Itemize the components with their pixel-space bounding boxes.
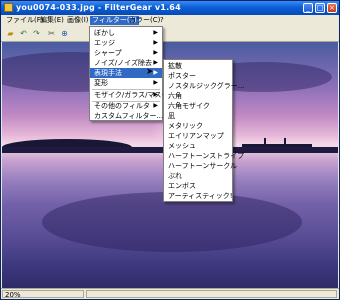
submenu-item[interactable]: ポスター: [164, 71, 232, 81]
filter-menu-item-label: ノイズ/ノイズ除去: [94, 59, 152, 67]
close-button[interactable]: ×: [327, 3, 337, 13]
submenu-arrow-icon: ▶: [153, 59, 158, 66]
undo-icon[interactable]: ↶: [18, 28, 29, 39]
submenu-item[interactable]: アーティスティック!: [164, 191, 233, 201]
menu-edit[interactable]: 編集(E): [38, 16, 66, 25]
submenu-item[interactable]: 凪: [164, 111, 232, 121]
filter-menu-item-sharpen[interactable]: シャープ ▶: [90, 48, 162, 58]
filter-menu-item-label: ぼかし: [94, 29, 115, 37]
open-folder-icon[interactable]: ▰: [5, 28, 16, 39]
app-window: you0074-033.jpg - FilterGear v1.64 _ □ ×…: [0, 0, 340, 300]
expression-submenu: 拡散 ポスター ノスタルジックグラー... 六角 六角モザイク 凪 メタリック …: [163, 59, 244, 202]
menu-bar: ファイル(F) 編集(E) 画像(I) フィルター(T) カラー(C) ?: [1, 15, 339, 26]
submenu-item[interactable]: メッシュ: [164, 141, 232, 151]
filter-menu-item-transform[interactable]: 変形 ▶: [90, 78, 162, 88]
submenu-item[interactable]: 六角: [164, 91, 232, 101]
app-icon: [4, 3, 13, 12]
submenu-arrow-icon: ▶: [153, 91, 158, 98]
filter-menu-item-label: カスタムフィルター...: [94, 112, 164, 120]
submenu-arrow-icon: ▶: [153, 39, 158, 46]
submenu-item[interactable]: ハーフトーンストライプ: [164, 151, 244, 161]
filter-menu-item-mosaic[interactable]: モザイク/ガラス/マスク ▶: [90, 90, 168, 100]
submenu-item[interactable]: 拡散: [164, 61, 232, 71]
filter-menu-item-other[interactable]: その他のフィルタ ▶: [90, 101, 162, 111]
filter-menu-item-label: 変形: [94, 79, 108, 87]
submenu-item[interactable]: エンボス: [164, 181, 232, 191]
window-title: you0074-033.jpg - FilterGear v1.64: [16, 3, 181, 12]
submenu-arrow-icon: ▶: [153, 49, 158, 56]
minimize-button[interactable]: _: [303, 3, 313, 13]
mouse-cursor-icon: ➤: [146, 67, 154, 77]
filter-menu-item-label: その他のフィルタ: [94, 102, 150, 110]
maximize-button[interactable]: □: [315, 3, 325, 13]
photo-pier: [242, 144, 312, 147]
submenu-item[interactable]: ハーフトーンサークル: [164, 161, 237, 171]
submenu-item[interactable]: ぶれ: [164, 171, 232, 181]
submenu-item[interactable]: エイリアンマップ: [164, 131, 232, 141]
zoom-icon[interactable]: ⊕: [59, 28, 70, 39]
redo-icon[interactable]: ↷: [31, 28, 42, 39]
filter-menu-item-label: 表現手法: [94, 69, 122, 77]
submenu-arrow-icon: ▶: [153, 29, 158, 36]
status-bar: 20%: [1, 288, 339, 299]
toolbar: ▰ ↶ ↷ ✂ ⊕: [1, 26, 339, 42]
status-info: [86, 290, 337, 298]
filter-menu-item-custom[interactable]: カスタムフィルター...: [90, 111, 164, 121]
filter-menu-item-label: シャープ: [94, 49, 122, 57]
filter-menu-item-label: エッジ: [94, 39, 115, 47]
photo-pier-post: [284, 138, 286, 146]
menu-help[interactable]: ?: [158, 16, 166, 25]
submenu-item[interactable]: ノスタルジックグラー...: [164, 81, 244, 91]
status-zoom: 20%: [2, 290, 84, 299]
submenu-arrow-icon: ▶: [153, 69, 158, 76]
submenu-arrow-icon: ▶: [153, 102, 158, 109]
photo-pier-post: [264, 138, 266, 146]
cut-icon[interactable]: ✂: [46, 28, 57, 39]
submenu-item[interactable]: メタリック: [164, 121, 232, 131]
submenu-arrow-icon: ▶: [153, 79, 158, 86]
filter-menu-item-blur[interactable]: ぼかし ▶: [90, 28, 162, 38]
menu-image[interactable]: 画像(I): [65, 16, 91, 25]
title-bar[interactable]: you0074-033.jpg - FilterGear v1.64 _ □ ×: [1, 1, 339, 15]
filter-menu-item-edge[interactable]: エッジ ▶: [90, 38, 162, 48]
submenu-item[interactable]: 六角モザイク: [164, 101, 232, 111]
